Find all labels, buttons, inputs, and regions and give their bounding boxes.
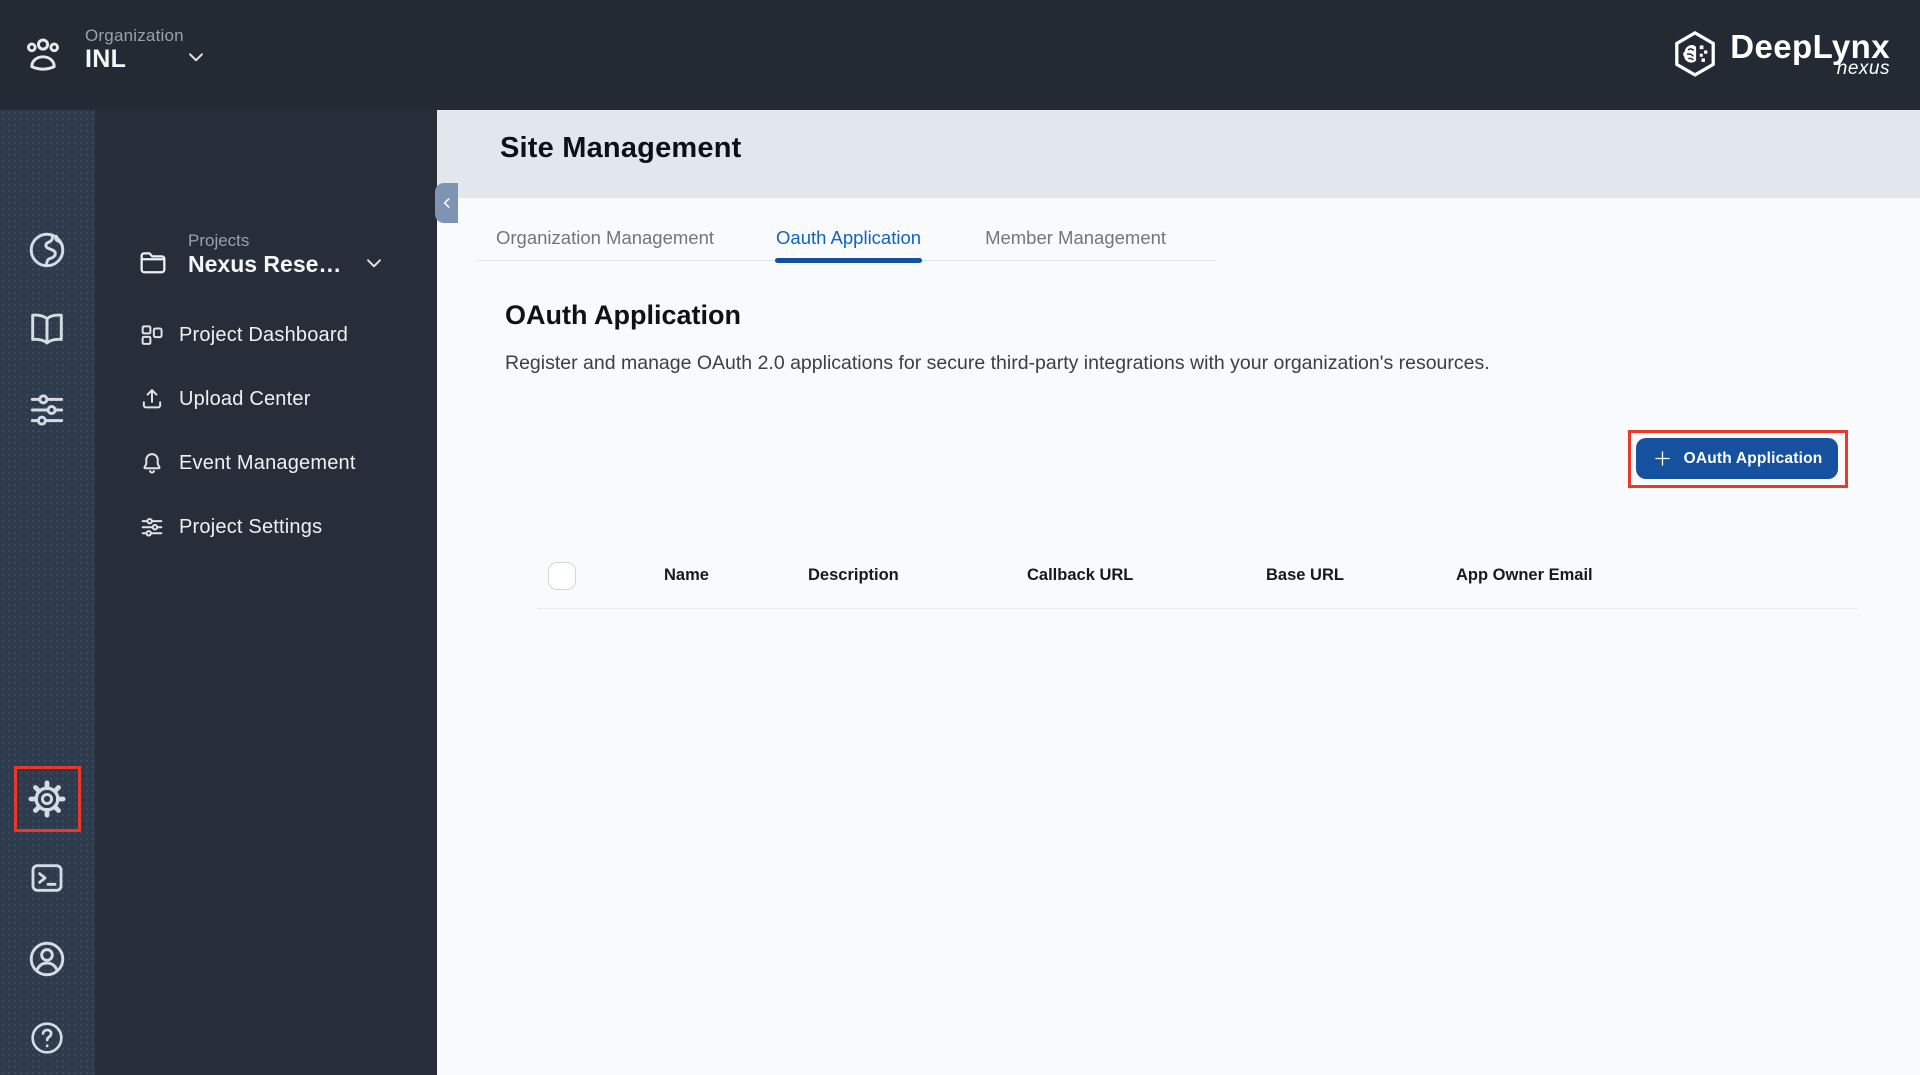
column-header-name: Name [664, 566, 709, 584]
column-header-base-url: Base URL [1266, 566, 1344, 584]
column-header-app-owner-email: App Owner Email [1456, 566, 1593, 584]
organization-label: Organization [85, 26, 184, 45]
table-header-divider [537, 608, 1858, 609]
icon-rail [0, 110, 95, 1075]
organization-switcher[interactable]: Organization INL [0, 0, 230, 110]
select-all-checkbox[interactable] [548, 562, 576, 590]
chevron-left-icon [440, 196, 454, 210]
folder-icon [137, 247, 169, 279]
account-icon [25, 937, 69, 981]
section-title: OAuth Application [505, 300, 741, 330]
projects-label: Projects [188, 231, 250, 250]
sidebar-item-project-dashboard[interactable]: Project Dashboard [95, 313, 437, 357]
tab-organization-management[interactable]: Organization Management [496, 227, 714, 260]
plus-icon [1652, 448, 1673, 469]
bell-icon [138, 449, 166, 477]
tab-bar: Organization Management Oauth Applicatio… [477, 227, 1216, 263]
page-content: Organization Management Oauth Applicatio… [437, 198, 1920, 1075]
tab-member-management[interactable]: Member Management [985, 227, 1166, 260]
sidebar-item-label: Event Management [179, 451, 356, 474]
organization-people-icon [22, 33, 64, 75]
organization-name: INL [85, 45, 127, 73]
top-bar: Organization INL DeepLynx nexus [0, 0, 1920, 110]
deeplynx-logo-text: DeepLynx nexus [1730, 30, 1890, 80]
book-icon [25, 307, 69, 351]
deeplynx-logo-icon [1669, 29, 1721, 81]
column-header-callback-url: Callback URL [1027, 566, 1134, 584]
account-rail-button[interactable] [25, 937, 69, 981]
add-button-label: OAuth Application [1683, 449, 1823, 467]
help-icon [27, 1018, 67, 1058]
help-rail-button[interactable] [25, 1016, 69, 1060]
logo-sub-wordmark: nexus [1836, 58, 1890, 79]
sidebar-collapse-handle[interactable] [435, 183, 458, 223]
gear-icon [25, 777, 69, 821]
tune-icon [138, 513, 166, 541]
project-switcher[interactable]: Projects Nexus Rese… [95, 165, 437, 277]
page-header-band: Site Management [437, 110, 1920, 198]
page-title: Site Management [500, 132, 742, 164]
sidebar-item-upload-center[interactable]: Upload Center [95, 377, 437, 421]
add-oauth-application-button[interactable]: OAuth Application [1636, 438, 1838, 479]
dashboard-icon [138, 321, 166, 349]
globe-rail-button[interactable] [25, 228, 69, 272]
terminal-icon [27, 858, 67, 898]
upload-icon [138, 385, 166, 413]
globe-icon [25, 228, 69, 272]
section-description: Register and manage OAuth 2.0 applicatio… [505, 352, 1490, 374]
sidebar-item-event-management[interactable]: Event Management [95, 441, 437, 485]
terminal-rail-button[interactable] [25, 856, 69, 900]
project-sidebar: Projects Nexus Rese… Project Dashboard U… [95, 110, 437, 1075]
sidebar-item-label: Project Settings [179, 515, 323, 538]
project-name: Nexus Rese… [188, 251, 342, 277]
equalizer-rail-button[interactable] [25, 388, 69, 432]
sidebar-item-project-settings[interactable]: Project Settings [95, 505, 437, 549]
chevron-down-icon [183, 44, 209, 70]
book-rail-button[interactable] [25, 307, 69, 351]
main-area: Site Management Organization Management … [437, 110, 1920, 1075]
chevron-down-icon [361, 250, 387, 276]
sidebar-item-label: Project Dashboard [179, 323, 349, 346]
tab-oauth-application[interactable]: Oauth Application [775, 227, 923, 263]
sidebar-item-label: Upload Center [179, 387, 311, 410]
column-header-description: Description [808, 566, 899, 584]
deeplynx-logo: DeepLynx nexus [1669, 0, 1890, 110]
equalizer-icon [25, 388, 69, 432]
app-root: Organization INL DeepLynx nexus Projects… [0, 0, 1920, 1075]
settings-rail-button[interactable] [25, 777, 69, 821]
